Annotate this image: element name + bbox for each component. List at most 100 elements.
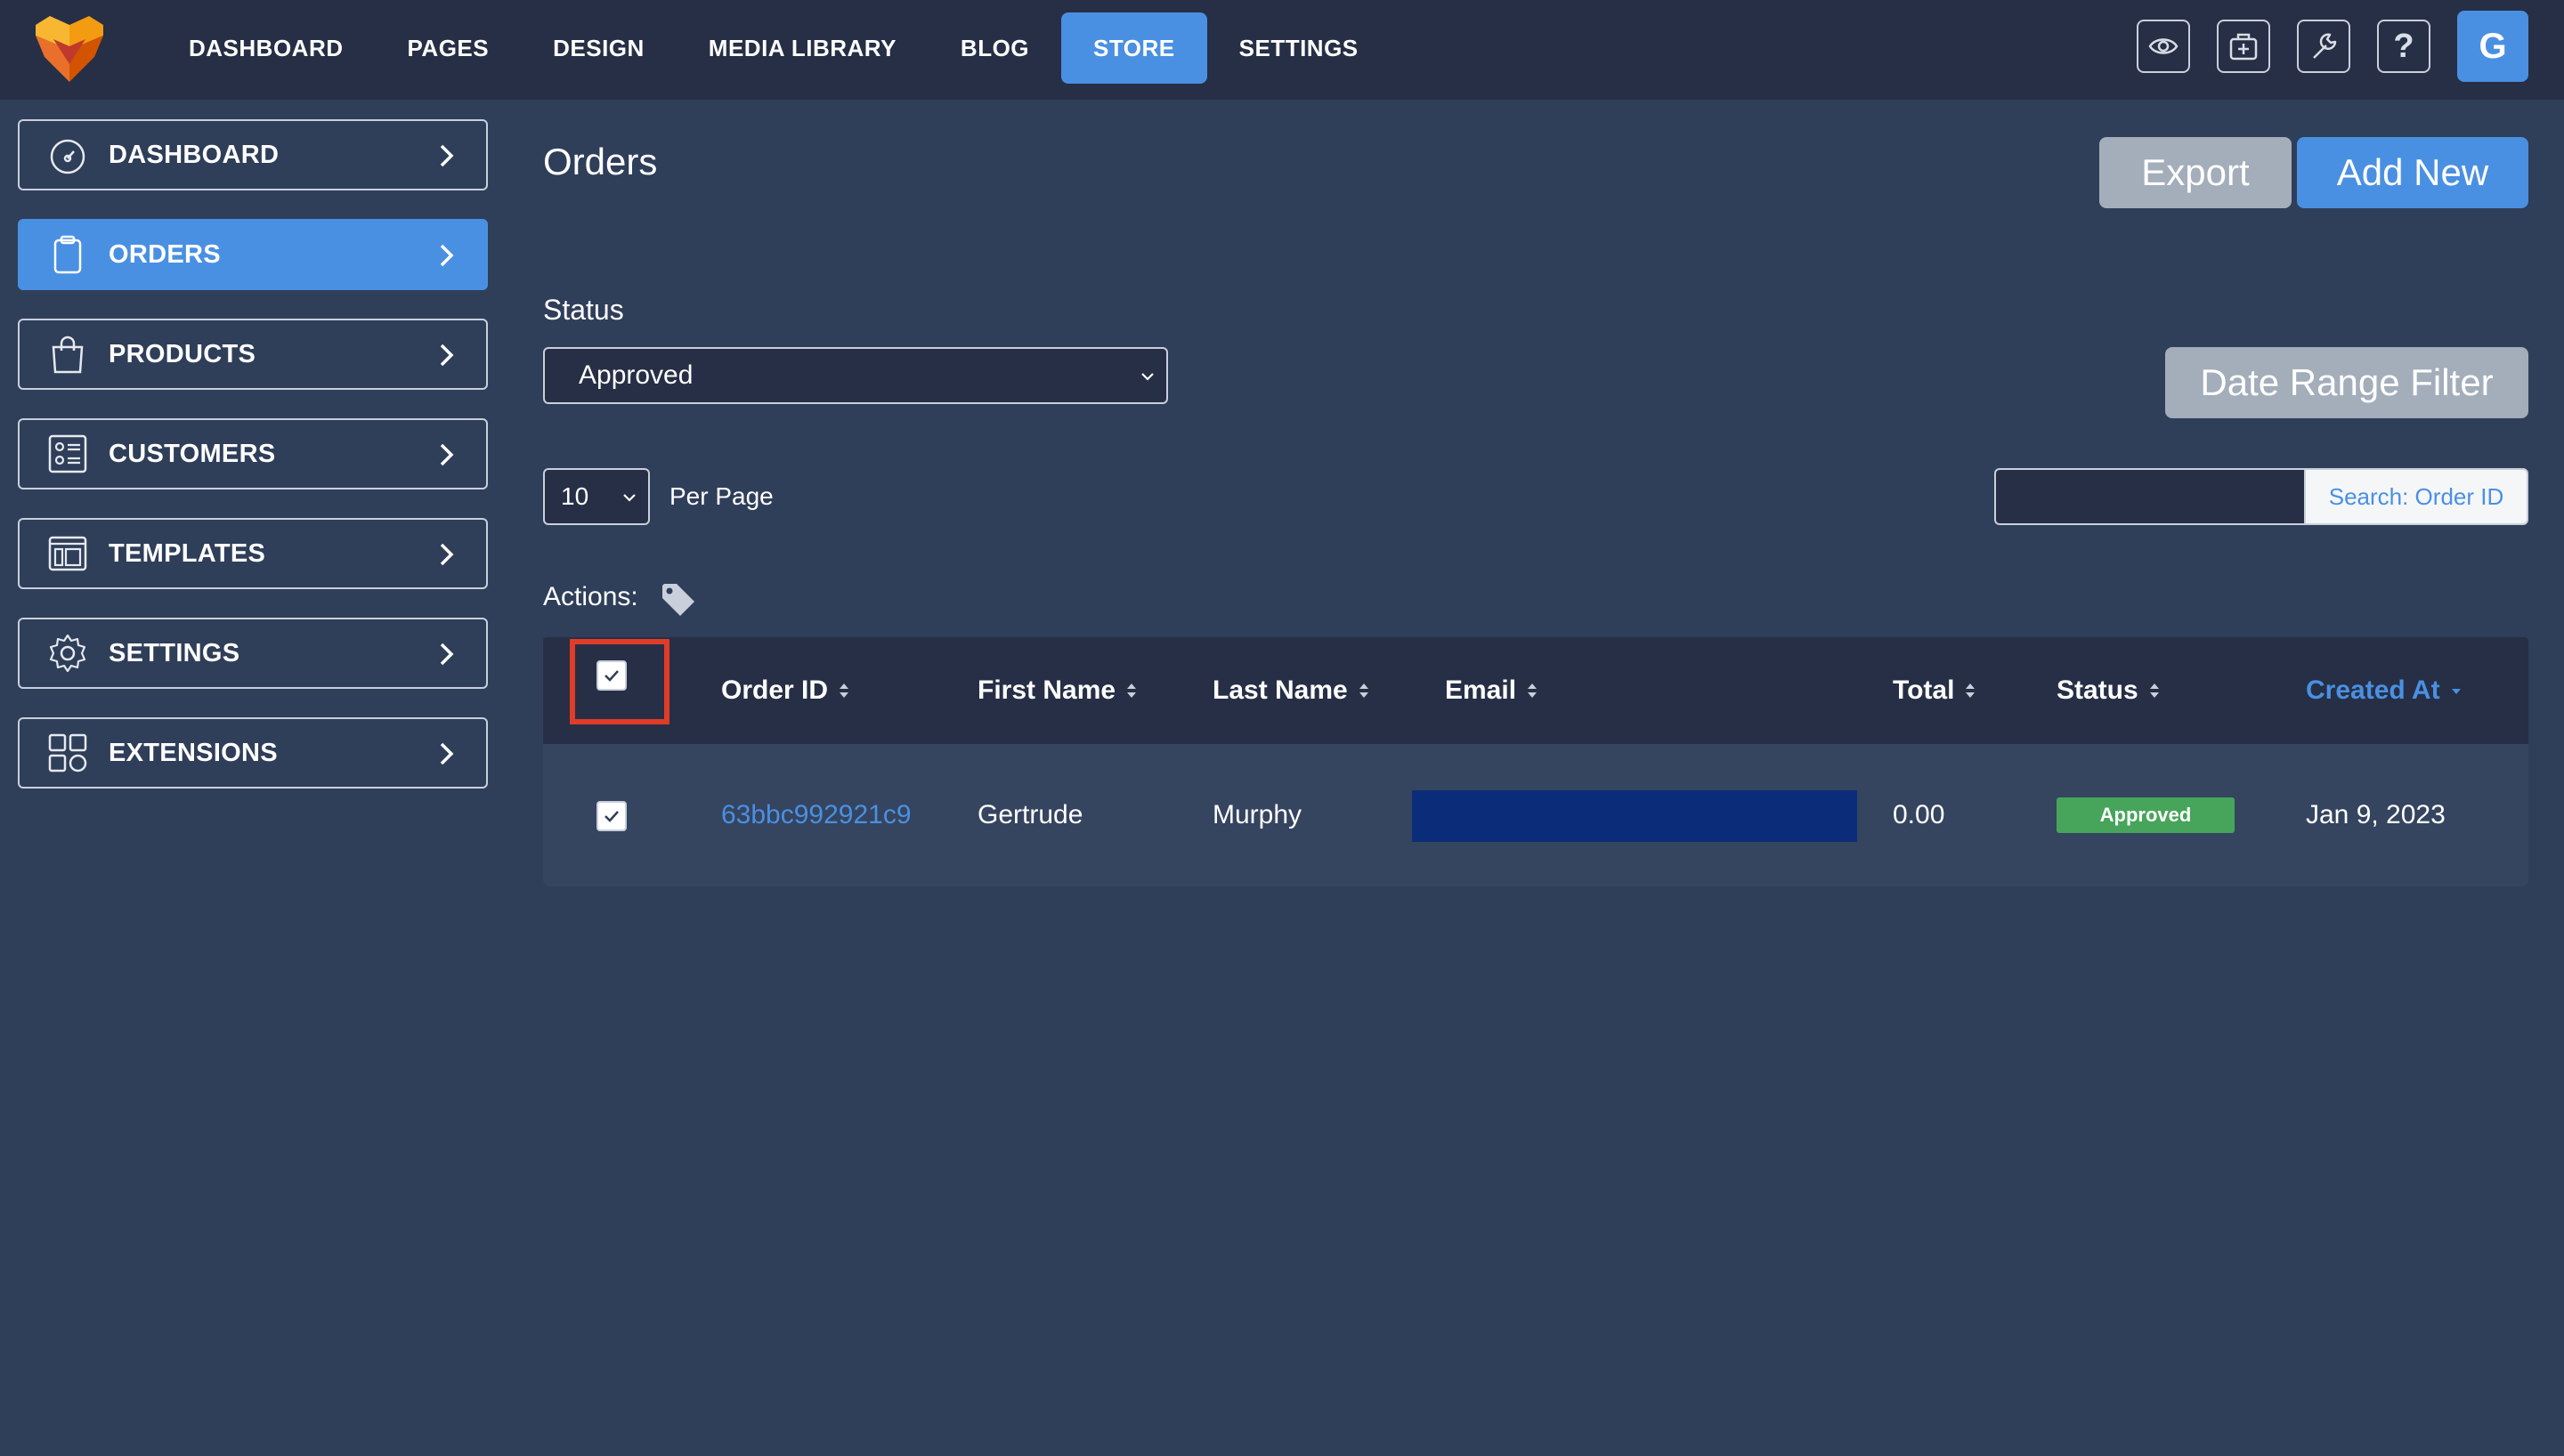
sidebar-item-dashboard[interactable]: DASHBOARD <box>18 119 488 190</box>
sidebar-item-label: EXTENSIONS <box>109 738 278 767</box>
sidebar-item-label: TEMPLATES <box>109 538 266 568</box>
gear-icon <box>46 632 89 675</box>
topnav-design[interactable]: DESIGN <box>521 12 677 84</box>
per-page-value: 10 <box>561 482 589 510</box>
header-last-name[interactable]: Last Name <box>1213 637 1371 744</box>
topnav-store[interactable]: STORE <box>1061 12 1207 84</box>
status-badge: Approved <box>2057 797 2235 833</box>
header-order-id[interactable]: Order ID <box>721 637 851 744</box>
sort-icon <box>840 684 849 698</box>
clipboard-icon <box>46 233 89 276</box>
sidebar-item-orders[interactable]: ORDERS <box>18 219 488 290</box>
sort-icon <box>2149 684 2159 698</box>
total-cell: 0.00 <box>1893 800 1945 829</box>
orders-table: Order ID First Name Last Name Email Tota… <box>543 637 2528 886</box>
sort-desc-icon <box>2451 689 2461 694</box>
sidebar-item-label: DASHBOARD <box>109 140 280 169</box>
grid-icon <box>46 732 89 774</box>
header-label: Created At <box>2306 675 2440 705</box>
status-filter-label: Status <box>543 294 624 326</box>
topnav-settings[interactable]: SETTINGS <box>1207 12 1391 84</box>
header-label: First Name <box>978 675 1116 705</box>
wrench-icon <box>2313 33 2337 59</box>
help-button[interactable]: ? <box>2377 20 2430 73</box>
header-email[interactable]: Email <box>1445 637 1539 744</box>
sidebar-item-label: ORDERS <box>109 239 221 269</box>
logo[interactable] <box>32 12 107 84</box>
checkmark-icon <box>604 811 619 822</box>
preview-button[interactable] <box>2137 20 2190 73</box>
tools-button[interactable] <box>2297 20 2350 73</box>
actions-label: Actions: <box>543 582 638 611</box>
header-label: Last Name <box>1213 675 1348 705</box>
topnav-dashboard[interactable]: DASHBOARD <box>157 12 376 84</box>
avatar[interactable]: G <box>2457 11 2528 82</box>
table-row[interactable]: 63bbc992921c9 Gertrude Murphy 0.00 Appro… <box>543 744 2528 886</box>
header-label: Order ID <box>721 675 829 705</box>
contact-card-icon <box>46 433 89 475</box>
gauge-icon <box>46 133 89 176</box>
sort-icon <box>1359 684 1368 698</box>
header-label: Email <box>1445 675 1517 705</box>
chevron-right-icon <box>440 643 454 666</box>
sidebar-item-templates[interactable]: TEMPLATES <box>18 518 488 589</box>
checkmark-icon <box>604 670 619 682</box>
header-label: Total <box>1893 675 1955 705</box>
header-status[interactable]: Status <box>2057 637 2162 744</box>
sidebar-item-label: SETTINGS <box>109 638 240 667</box>
topnav-media-library[interactable]: MEDIA LIBRARY <box>677 12 929 84</box>
chevron-down-icon <box>623 494 636 502</box>
status-filter-value: Approved <box>579 360 694 390</box>
chevron-right-icon <box>440 443 454 466</box>
per-page-select[interactable]: 10 <box>543 468 650 525</box>
sort-icon <box>1127 684 1137 698</box>
top-icon-group: ? G <box>2137 11 2528 82</box>
sidebar-item-settings[interactable]: SETTINGS <box>18 618 488 689</box>
header-total[interactable]: Total <box>1893 637 1977 744</box>
chevron-right-icon <box>440 144 454 167</box>
add-new-button[interactable]: Add New <box>2297 137 2528 208</box>
tag-icon[interactable] <box>659 580 696 618</box>
export-button[interactable]: Export <box>2099 137 2292 208</box>
topnav-blog[interactable]: BLOG <box>929 12 1061 84</box>
shopping-bag-icon <box>46 333 89 376</box>
sidebar-item-extensions[interactable]: EXTENSIONS <box>18 717 488 789</box>
chevron-right-icon <box>440 742 454 765</box>
chevron-right-icon <box>440 244 454 267</box>
header-first-name[interactable]: First Name <box>978 637 1139 744</box>
sidebar-item-label: CUSTOMERS <box>109 439 276 468</box>
status-filter-select[interactable]: Approved <box>543 347 1168 404</box>
search-input[interactable] <box>1994 468 2304 525</box>
briefcase-icon <box>2229 33 2258 61</box>
header-label: Status <box>2057 675 2138 705</box>
help-icon: ? <box>2393 27 2414 65</box>
store-tools-button[interactable] <box>2217 20 2270 73</box>
row-checkbox[interactable] <box>596 801 627 831</box>
table-header: Order ID First Name Last Name Email Tota… <box>543 637 2528 744</box>
page-title: Orders <box>543 141 658 182</box>
chevron-right-icon <box>440 344 454 367</box>
last-name-cell: Murphy <box>1213 800 1302 829</box>
eye-icon <box>2148 38 2179 54</box>
status-cell: Approved <box>2057 744 2235 886</box>
sidebar: DASHBOARD ORDERS PRODUCTS CUSTOMERS TEMP… <box>18 119 488 817</box>
select-all-checkbox[interactable] <box>596 660 627 691</box>
sort-icon <box>1528 684 1538 698</box>
order-id-link[interactable]: 63bbc992921c9 <box>721 744 912 886</box>
sidebar-item-label: PRODUCTS <box>109 339 256 368</box>
created-at-cell: Jan 9, 2023 <box>2306 800 2446 829</box>
per-page-label: Per Page <box>669 482 774 510</box>
sidebar-item-customers[interactable]: CUSTOMERS <box>18 418 488 489</box>
date-range-filter-button[interactable]: Date Range Filter <box>2165 347 2528 418</box>
template-icon <box>46 532 89 575</box>
sort-icon <box>1966 684 1976 698</box>
first-name-cell: Gertrude <box>978 800 1083 829</box>
search-order-id-button[interactable]: Search: Order ID <box>2304 468 2528 525</box>
chevron-down-icon <box>1141 373 1154 381</box>
email-cell-redacted <box>1412 790 1857 842</box>
chevron-right-icon <box>440 543 454 566</box>
top-nav: DASHBOARD PAGES DESIGN MEDIA LIBRARY BLO… <box>157 12 1391 84</box>
topnav-pages[interactable]: PAGES <box>376 12 522 84</box>
header-created-at[interactable]: Created At <box>2306 637 2463 744</box>
sidebar-item-products[interactable]: PRODUCTS <box>18 319 488 390</box>
